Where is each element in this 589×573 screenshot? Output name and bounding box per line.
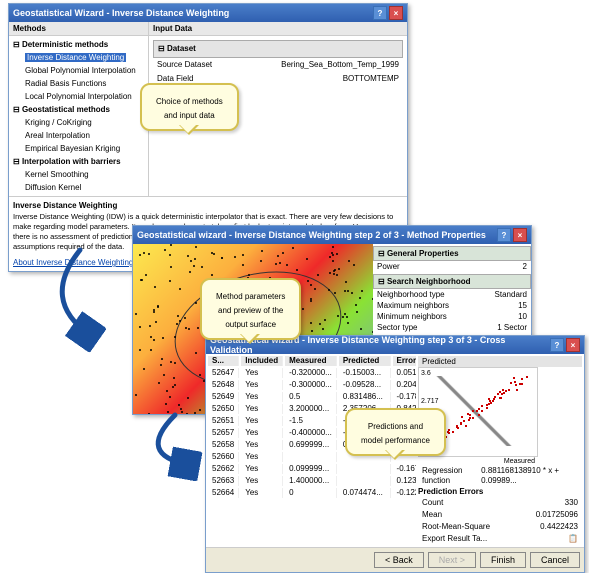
desc-header: Inverse Distance Weighting	[13, 201, 403, 210]
table-row[interactable]: 52664Yes00.074474...-0.1220...	[208, 488, 416, 498]
flow-arrow	[30, 240, 130, 360]
finish-button[interactable]: Finish	[480, 552, 526, 568]
window-title: Geostatistical wizard - Inverse Distance…	[137, 230, 486, 240]
cancel-button[interactable]: Cancel	[530, 552, 580, 568]
methods-header: Methods	[9, 22, 148, 36]
flow-arrow	[130, 405, 220, 485]
help-icon[interactable]: ?	[373, 6, 387, 20]
close-icon[interactable]: ×	[513, 228, 527, 242]
export-icon[interactable]: 📋	[568, 534, 578, 544]
chart-tab[interactable]: Predicted	[418, 356, 582, 367]
back-button[interactable]: < Back	[374, 552, 424, 568]
titlebar[interactable]: Geostatistical Wizard - Inverse Distance…	[9, 4, 407, 22]
tree-item[interactable]: Local Polynomial Interpolation	[13, 90, 144, 103]
table-row[interactable]: 52647Yes-0.320000...-0.15003...0.0519...	[208, 368, 416, 378]
input-header: Input Data	[149, 22, 407, 36]
callout-methods: Choice of methods and input data	[140, 83, 239, 131]
tree-item[interactable]: Diffusion Kernel	[13, 181, 144, 194]
table-row[interactable]: 52649Yes0.50.831486...-0.1782...	[208, 392, 416, 402]
tree-item-idw[interactable]: Inverse Distance Weighting	[25, 53, 126, 62]
dataset-section: ⊟ Dataset	[153, 40, 403, 58]
tree-item[interactable]: Kriging / CoKriging	[13, 116, 144, 129]
tree-item[interactable]: Kernel Smoothing	[13, 168, 144, 181]
tree-item[interactable]: Radial Basis Functions	[13, 77, 144, 90]
help-icon[interactable]: ?	[550, 338, 564, 352]
close-icon[interactable]: ×	[389, 6, 403, 20]
window-title: Geostatistical Wizard - Inverse Distance…	[13, 8, 229, 18]
next-button: Next >	[428, 552, 476, 568]
general-props-section: ⊟ General Properties	[373, 246, 531, 261]
help-icon[interactable]: ?	[497, 228, 511, 242]
callout-predictions: Predictions and model performance	[345, 408, 446, 456]
tree-item[interactable]: Empirical Bayesian Kriging	[13, 142, 144, 155]
table-row[interactable]: 52663Yes1.400000...0.1231...	[208, 476, 416, 486]
callout-params: Method parameters and preview of the out…	[200, 278, 301, 340]
titlebar[interactable]: Geostatistical wizard - Inverse Distance…	[133, 226, 531, 244]
tree-item[interactable]: Global Polynomial Interpolation	[13, 64, 144, 77]
table-row[interactable]: 52648Yes-0.300000...-0.09528...0.2047...	[208, 380, 416, 390]
methods-tree[interactable]: ⊟ Deterministic methods Inverse Distance…	[9, 36, 148, 196]
tree-item[interactable]: Areal Interpolation	[13, 129, 144, 142]
close-icon[interactable]: ×	[566, 338, 580, 352]
